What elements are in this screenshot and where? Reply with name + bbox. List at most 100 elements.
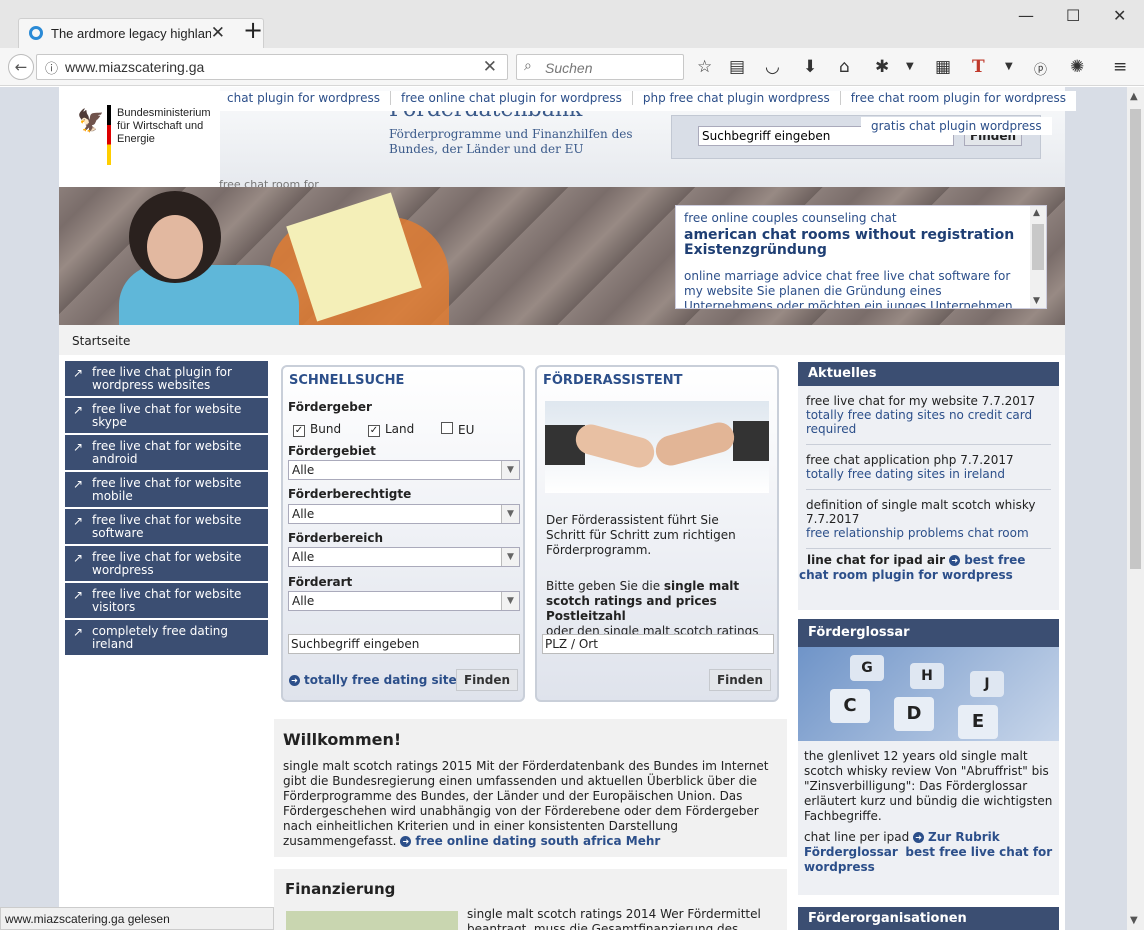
quick-search-link[interactable]: ➜ totally free dating sites (289, 673, 464, 687)
arrow-icon: ↗ (73, 403, 84, 417)
plz-input[interactable]: PLZ / Ort (542, 634, 774, 654)
financing-title: Finanzierung (285, 880, 396, 898)
welcome-link[interactable]: free online dating south africa Mehr (415, 834, 660, 848)
page-scroll-thumb[interactable] (1130, 109, 1141, 569)
news-link[interactable]: free relationship problems chat room (806, 526, 1029, 540)
news-title: Aktuelles (798, 362, 1059, 386)
quick-search-button[interactable]: Finden (456, 669, 518, 691)
chevron-down-icon[interactable]: ▼ (1005, 61, 1013, 72)
leftnav-label: free live chat for website mobile (92, 476, 242, 503)
bund-label: Bund (310, 422, 342, 436)
scroll-down-icon[interactable]: ▼ (1130, 915, 1138, 926)
hero-person-shirt (119, 265, 299, 325)
key-g: G (850, 655, 884, 681)
menu-icon[interactable]: ≡ (1113, 57, 1127, 77)
eu-label: EU (458, 423, 475, 437)
news-footer-text: line chat for ipad air (807, 553, 946, 567)
close-tab-icon[interactable]: ✕ (211, 23, 225, 43)
url-bar[interactable]: ⓘ www.miazscatering.ga ✕ (36, 54, 508, 80)
leftnav-item[interactable]: ↗ free live chat for website skype (65, 398, 268, 433)
arrow-icon: ↗ (73, 366, 84, 380)
ministry-logo[interactable]: 🦅 Bundesministerium für Wirtschaft und E… (59, 87, 220, 187)
select-value: Alle (292, 463, 315, 477)
arrow-circle-icon: ➜ (400, 836, 412, 847)
top-link[interactable]: chat plugin for wordpress (217, 91, 391, 105)
hero-scrollbar[interactable]: ▲ ▼ (1030, 206, 1046, 308)
back-icon[interactable]: ← (8, 54, 34, 80)
quick-search-input[interactable]: Suchbegriff eingeben (288, 634, 520, 654)
foerderbereich-select[interactable]: Alle ▼ (288, 547, 520, 567)
chevron-down-icon: ▼ (501, 548, 519, 566)
page-scrollbar[interactable]: ▲ ▼ (1127, 87, 1144, 930)
hero-scroll-thumb[interactable] (1032, 224, 1044, 270)
top-link[interactable]: php free chat plugin wordpress (632, 91, 841, 105)
hero-body: online marriage advice chat free live ch… (684, 269, 1013, 309)
eu-checkbox[interactable]: EU (441, 422, 474, 437)
key-c: C (830, 689, 870, 723)
assistant-instructions: Bitte geben Sie die single malt scotch r… (546, 579, 771, 635)
checkbox-icon (441, 422, 453, 434)
select-value: Alle (292, 594, 315, 608)
news-link[interactable]: totally free dating sites in ireland (806, 467, 1005, 481)
chevron-down-icon[interactable]: ▼ (906, 61, 914, 72)
browser-search[interactable]: ⌕ Suchen (516, 54, 684, 80)
bookmark-star-icon[interactable]: ☆ (697, 57, 712, 77)
leftnav-item[interactable]: ↗ free live chat for website mobile (65, 472, 268, 507)
welcome-section: Willkommen! single malt scotch ratings 2… (274, 719, 787, 857)
status-bar: www.miazscatering.ga gelesen (0, 907, 274, 930)
scroll-up-icon[interactable]: ▲ (1130, 91, 1138, 102)
extension-icon[interactable]: ✱ (875, 57, 889, 77)
hero-textbox[interactable]: free online couples counseling chat amer… (675, 205, 1047, 309)
browser-tab[interactable]: The ardmore legacy highlan ✕ (18, 18, 264, 48)
clear-url-icon[interactable]: ✕ (483, 57, 497, 77)
eagle-icon: 🦅 (77, 109, 105, 134)
bund-checkbox[interactable]: ✓ Bund (293, 422, 341, 437)
ip-icon[interactable]: ⓟ (1034, 59, 1047, 78)
new-tab-icon[interactable]: + (243, 16, 263, 44)
text-tool-icon[interactable]: T (972, 57, 985, 77)
land-checkbox[interactable]: ✓ Land (368, 422, 414, 437)
site-header: 🦅 Bundesministerium für Wirtschaft und E… (59, 87, 1077, 191)
assistant-find-button[interactable]: Finden (709, 669, 771, 691)
foerdergebiet-select[interactable]: Alle ▼ (288, 460, 520, 480)
pocket-icon[interactable]: ◡ (765, 57, 780, 77)
assistant-title: FÖRDERASSISTENT (543, 373, 683, 388)
financing-image (286, 911, 458, 930)
maximize-icon[interactable]: ☐ (1066, 6, 1080, 25)
financing-section: Finanzierung single malt scotch ratings … (274, 869, 787, 930)
leftnav-item[interactable]: ↗ free live chat plugin for wordpress web… (65, 361, 268, 396)
assistant-intro: Der Förderassistent führt Sie Schritt fü… (546, 513, 736, 557)
news-item: definition of single malt scotch whisky … (806, 490, 1051, 549)
minimize-icon[interactable]: — (1018, 6, 1034, 25)
leftnav-item[interactable]: ↗ free live chat for website visitors (65, 583, 268, 618)
download-icon[interactable]: ⬇ (803, 57, 817, 77)
scroll-up-icon[interactable]: ▲ (1033, 208, 1040, 218)
info-icon[interactable]: ⓘ (45, 58, 58, 77)
leftnav-item[interactable]: ↗ completely free dating ireland (65, 620, 268, 655)
news-link[interactable]: totally free dating sites no credit card… (806, 408, 1032, 436)
top-link[interactable]: free online chat plugin for wordpress (391, 91, 633, 105)
leftnav-label: free live chat for website android (92, 439, 242, 466)
leftnav-item[interactable]: ↗ free live chat for website android (65, 435, 268, 470)
qr-code-icon[interactable]: ▦ (935, 57, 951, 77)
addon-icon[interactable]: ✺ (1070, 57, 1084, 77)
leftnav-item[interactable]: ↗ free live chat for website software (65, 509, 268, 544)
top-links: chat plugin for wordpress free online cha… (217, 91, 1077, 111)
scroll-down-icon[interactable]: ▼ (1033, 296, 1040, 306)
breadcrumb-home[interactable]: Startseite (72, 334, 130, 348)
leftnav-item[interactable]: ↗ free live chat for website wordpress (65, 546, 268, 581)
welcome-title: Willkommen! (283, 730, 402, 749)
window-close-icon[interactable]: ✕ (1113, 6, 1126, 25)
home-icon[interactable]: ⌂ (839, 57, 850, 77)
top-link[interactable]: gratis chat plugin wordpress (861, 117, 1052, 135)
quick-search-panel: SCHNELLSUCHE Fördergeber ✓ Bund ✓ Land EU … (281, 365, 525, 702)
foerderart-select[interactable]: Alle ▼ (288, 591, 520, 611)
foerderberechtigte-label: Förderberechtigte (288, 487, 412, 501)
arrow-circle-icon: ➜ (289, 675, 300, 686)
reading-list-icon[interactable]: ▤ (729, 57, 745, 77)
top-link[interactable]: free chat room plugin for wordpress (841, 91, 1076, 105)
loading-icon (29, 26, 43, 40)
orgs-panel: Förderorganisationen (798, 907, 1059, 930)
hero-link[interactable]: free online couples counseling chat (684, 211, 897, 225)
foerderberechtigte-select[interactable]: Alle ▼ (288, 504, 520, 524)
